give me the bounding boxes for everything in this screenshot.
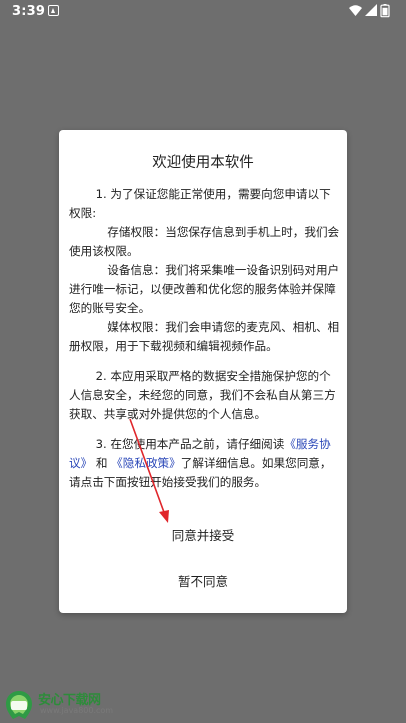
storage-permission-text: 存储权限：当您保存信息到手机上时，我们会使用该权限。 xyxy=(69,225,340,258)
watermark-logo-icon xyxy=(6,691,32,719)
dialog-body: 1. 为了保证您能正常使用，需要向您申请以下权限: 存储权限：当您保存信息到手机… xyxy=(69,185,341,492)
site-watermark: 安心下载网 www.java800.com xyxy=(2,687,122,721)
permission-intro: 1. 为了保证您能正常使用，需要向您申请以下权限: xyxy=(69,187,331,220)
dialog-title: 欢迎使用本软件 xyxy=(152,155,254,171)
agreement-intro-text: 3. 在您使用本产品之前，请仔细阅读 xyxy=(95,437,285,451)
privacy-policy-link[interactable]: 《隐私政策》 xyxy=(111,456,181,470)
status-time: 3:39 xyxy=(12,4,46,19)
wifi-icon xyxy=(349,5,362,16)
watermark-url: www.java800.com xyxy=(40,706,114,715)
status-icons xyxy=(348,3,394,19)
photos-notification-icon xyxy=(48,5,59,16)
battery-icon xyxy=(380,4,390,18)
agree-button[interactable]: 同意并接受 xyxy=(59,521,347,551)
and-text: 和 xyxy=(92,456,112,470)
media-permission-text: 媒体权限：我们会申请您的麦克风、相机、相册权限，用于下载视频和编辑视频作品。 xyxy=(69,320,340,353)
status-bar: 3:39 xyxy=(0,0,406,24)
cell-signal-icon xyxy=(365,4,377,16)
privacy-dialog: 欢迎使用本软件 1. 为了保证您能正常使用，需要向您申请以下权限: 存储权限：当… xyxy=(59,130,347,613)
agreement-paragraph: 3. 在您使用本产品之前，请仔细阅读《服务协议》 和 《隐私政策》了解详细信息。… xyxy=(69,435,341,492)
disagree-button[interactable]: 暂不同意 xyxy=(59,567,347,597)
data-security-text: 2. 本应用采取严格的数据安全措施保护您的个人信息安全，未经您的同意，我们不会私… xyxy=(69,369,336,421)
device-info-text: 设备信息：我们将采集唯一设备识别码对用户进行唯一标记，以便改善和优化您的服务体验… xyxy=(69,263,340,315)
